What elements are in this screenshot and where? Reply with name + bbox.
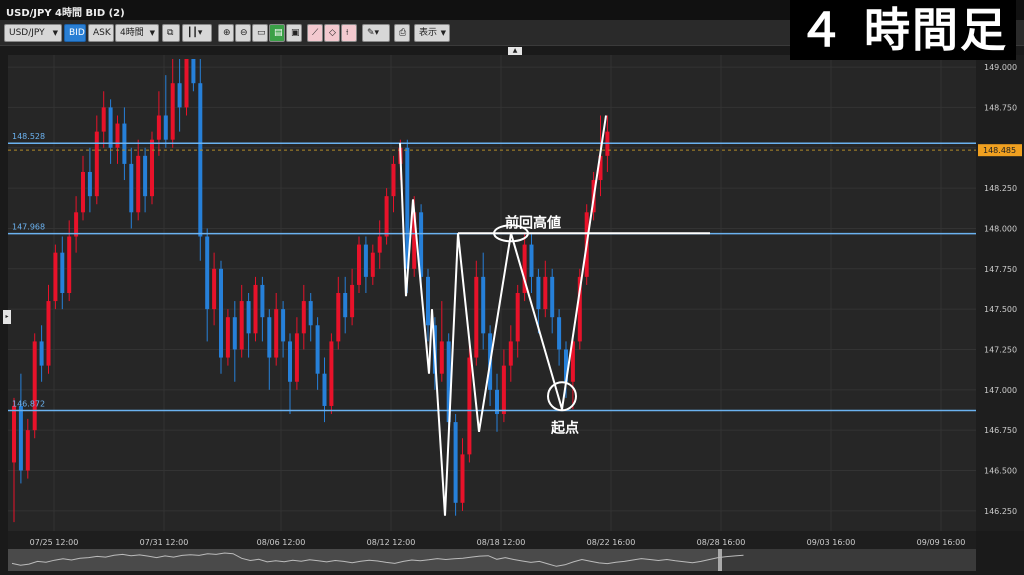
zoom-in-icon[interactable]: ⊕: [218, 24, 234, 42]
time-tick-label: 08/22 16:00: [587, 538, 636, 547]
time-tick-label: 09/03 16:00: [807, 538, 856, 547]
screenshot-icon[interactable]: ⎙: [394, 24, 410, 42]
price-tick-label: 147.500: [984, 305, 1017, 314]
time-tick-label: 07/31 12:00: [140, 538, 189, 547]
timeframe-select-label: 4時間: [120, 28, 144, 38]
chart-axes: 149.000148.750148.500148.250148.000147.7…: [8, 55, 1024, 549]
ask-button[interactable]: ASK: [88, 24, 114, 42]
display-menu-label: 表示: [419, 28, 438, 38]
price-tick-label: 146.750: [984, 426, 1017, 435]
timeframe-overlay-title: ４ 時間足: [789, 0, 1016, 60]
chart-type-icon[interactable]: ┃┃▾: [182, 24, 212, 42]
price-tick-label: 148.250: [984, 184, 1017, 193]
draw-line-icon[interactable]: ⟋: [307, 24, 323, 42]
chevron-down-icon: ▼: [440, 29, 446, 37]
timeframe-select[interactable]: 4時間 ▼: [115, 24, 159, 42]
time-tick-label: 08/18 12:00: [477, 538, 526, 547]
time-tick-label: 08/12 12:00: [367, 538, 416, 547]
draw-shape-icon[interactable]: ◇: [324, 24, 340, 42]
price-axis: [976, 55, 1024, 531]
time-tick-label: 08/06 12:00: [257, 538, 306, 547]
layout-icon[interactable]: ▤: [269, 24, 285, 42]
price-tick-label: 148.000: [984, 224, 1017, 233]
fit-icon[interactable]: ▭: [252, 24, 268, 42]
bid-button[interactable]: BID: [64, 24, 86, 42]
side-panel-toggle-icon[interactable]: ▸: [3, 310, 11, 324]
chart-navigator[interactable]: [8, 549, 976, 571]
chevron-down-icon: ▼: [52, 29, 58, 37]
navigator-window: [8, 549, 718, 571]
symbol-select-label: USD/JPY: [9, 28, 45, 38]
price-tick-label: 147.250: [984, 345, 1017, 354]
price-tick-label: 147.000: [984, 386, 1017, 395]
time-tick-label: 07/25 12:00: [30, 538, 79, 547]
panel-icon[interactable]: ▣: [286, 24, 302, 42]
chevron-down-icon: ▼: [149, 29, 155, 37]
price-tick-label: 147.750: [984, 265, 1017, 274]
price-tick-label: 149.000: [984, 63, 1017, 72]
display-menu[interactable]: 表示 ▼: [414, 24, 450, 42]
current-price-label: 148.485: [983, 146, 1016, 155]
navigator-preview: [8, 549, 744, 571]
pen-icon[interactable]: ✎▾: [362, 24, 390, 42]
link-icon[interactable]: ⧉: [162, 24, 180, 42]
price-tick-label: 148.750: [984, 103, 1017, 112]
zoom-out-icon[interactable]: ⊖: [235, 24, 251, 42]
time-tick-label: 08/28 16:00: [697, 538, 746, 547]
time-tick-label: 09/09 16:00: [917, 538, 966, 547]
price-tick-label: 146.500: [984, 467, 1017, 476]
navigator-handle: [718, 549, 722, 571]
price-tick-label: 146.250: [984, 507, 1017, 516]
draw-fib-icon[interactable]: ⟊: [341, 24, 357, 42]
symbol-select[interactable]: USD/JPY ▼: [4, 24, 62, 42]
